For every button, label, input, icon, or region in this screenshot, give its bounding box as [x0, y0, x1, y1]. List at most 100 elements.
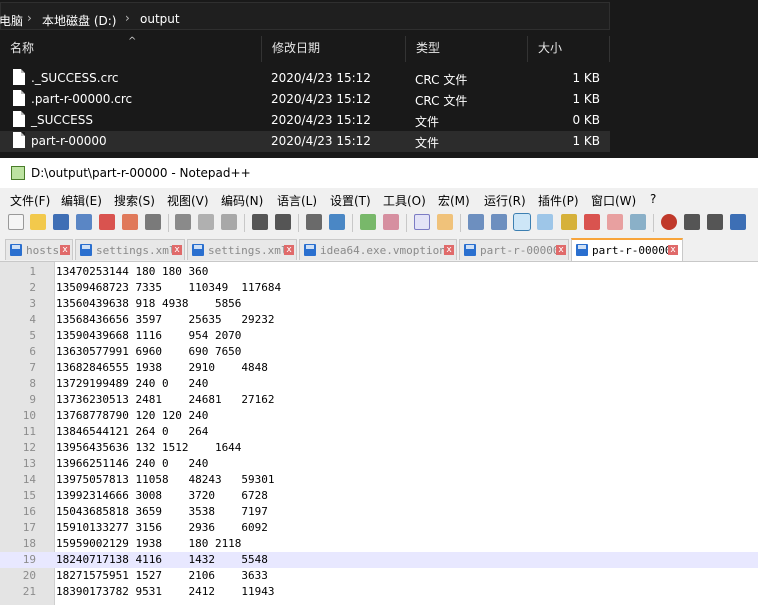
editor-line[interactable]: 7 13682846555 1938 2910 4848 [0, 360, 758, 376]
menu-macro[interactable]: 宏(M) [438, 192, 470, 209]
menu-edit[interactable]: 编辑(E) [61, 192, 102, 209]
close-icon[interactable]: x [668, 245, 678, 255]
menu-tools[interactable]: 工具(O) [383, 192, 426, 209]
sync-vertical-icon[interactable] [414, 214, 430, 230]
new-file-icon[interactable] [8, 214, 24, 230]
breadcrumb-folder[interactable]: output [140, 12, 180, 26]
file-row[interactable]: _SUCCESS 2020/4/23 15:12 文件 0 KB [0, 110, 610, 131]
sync-horizontal-icon[interactable] [437, 214, 453, 230]
toolbar-separator [352, 214, 353, 232]
menu-search[interactable]: 搜索(S) [114, 192, 155, 209]
menu-plugins[interactable]: 插件(P) [538, 192, 579, 209]
open-folder-icon[interactable] [30, 214, 46, 230]
file-size: 1 KB [572, 71, 600, 85]
menu-view[interactable]: 视图(V) [167, 192, 209, 209]
print-icon[interactable] [145, 214, 161, 230]
file-name: ._SUCCESS.crc [31, 71, 119, 85]
close-icon[interactable]: x [284, 245, 294, 255]
line-number: 20 [22, 569, 36, 582]
replace-icon[interactable] [329, 214, 345, 230]
tab-hosts[interactable]: hosts x [5, 239, 73, 260]
file-row-selected[interactable]: part-r-00000 2020/4/23 15:12 文件 1 KB [0, 131, 610, 152]
paste-icon[interactable] [221, 214, 237, 230]
line-number: 3 [29, 297, 36, 310]
menu-run[interactable]: 运行(R) [484, 192, 526, 209]
save-all-icon[interactable] [76, 214, 92, 230]
editor-line[interactable]: 11 13846544121 264 0 264 [0, 424, 758, 440]
cut-icon[interactable] [175, 214, 191, 230]
word-wrap-icon[interactable] [468, 214, 484, 230]
editor-line[interactable]: 17 15910133277 3156 2936 6092 [0, 520, 758, 536]
run-macro-multiple-icon[interactable] [730, 214, 746, 230]
breadcrumb-drive[interactable]: 本地磁盘 (D:) [42, 12, 116, 29]
tab-part-r-00000-2[interactable]: part-r-00000 x [571, 238, 683, 261]
tab-settings-xml-1[interactable]: settings.xml x [75, 239, 185, 260]
close-icon[interactable]: x [556, 245, 566, 255]
close-icon[interactable]: x [60, 245, 70, 255]
address-box[interactable]: 电脑 › 本地磁盘 (D:) › output [0, 2, 610, 30]
editor-line[interactable]: 21 18390173782 9531 2412 11943 [0, 584, 758, 600]
menu-file[interactable]: 文件(F) [10, 192, 50, 209]
file-row[interactable]: .part-r-00000.crc 2020/4/23 15:12 CRC 文件… [0, 89, 610, 110]
editor-line[interactable]: 15 13992314666 3008 3720 6728 [0, 488, 758, 504]
column-type[interactable]: 类型 [406, 36, 528, 62]
close-icon[interactable]: x [444, 245, 454, 255]
close-all-icon[interactable] [122, 214, 138, 230]
language-icon[interactable] [537, 214, 553, 230]
editor-line[interactable]: 6 13630577991 6960 690 7650 [0, 344, 758, 360]
menu-language[interactable]: 语言(L) [277, 192, 317, 209]
editor-line[interactable]: 8 13729199489 240 0 240 [0, 376, 758, 392]
breadcrumb-pc[interactable]: 电脑 [0, 12, 23, 29]
editor-line[interactable]: 16 15043685818 3659 3538 7197 [0, 504, 758, 520]
address-bar[interactable]: 电脑 › 本地磁盘 (D:) › output [0, 0, 758, 32]
tab-settings-xml-2[interactable]: settings.xml x [187, 239, 297, 260]
column-size[interactable]: 大小 [528, 36, 610, 62]
play-macro-icon[interactable] [707, 214, 723, 230]
copy-icon[interactable] [198, 214, 214, 230]
title-bar[interactable]: D:\output\part-r-00000 - Notepad++ [0, 158, 758, 188]
editor-line[interactable]: 3 13560439638 918 4938 5856 [0, 296, 758, 312]
editor-line[interactable]: 5 13590439668 1116 954 2070 [0, 328, 758, 344]
tab-part-r-00000-1[interactable]: part-r-00000 x [459, 239, 569, 260]
editor-line[interactable]: 14 13975057813 11058 48243 59301 [0, 472, 758, 488]
save-icon[interactable] [53, 214, 69, 230]
column-name[interactable]: ^ 名称 [0, 36, 262, 62]
editor-line[interactable]: 9 13736230513 2481 24681 27162 [0, 392, 758, 408]
stop-macro-icon[interactable] [684, 214, 700, 230]
chevron-right-icon[interactable]: › [125, 11, 130, 25]
monitoring-icon[interactable] [630, 214, 646, 230]
menu-settings[interactable]: 设置(T) [330, 192, 371, 209]
menu-help[interactable]: ? [650, 192, 656, 206]
editor-area[interactable]: 1 13470253144 180 180 360 2 13509468723 73… [0, 262, 758, 605]
chevron-right-icon[interactable]: › [27, 11, 32, 25]
editor-line-current[interactable]: 19 18240717138 4116 1432 5548 [0, 552, 758, 568]
menu-window[interactable]: 窗口(W) [591, 192, 636, 209]
editor-line[interactable]: 18 15959002129 1938 180 2118 [0, 536, 758, 552]
document-map-icon[interactable] [561, 214, 577, 230]
record-macro-icon[interactable] [661, 214, 677, 230]
undo-icon[interactable] [252, 214, 268, 230]
editor-line[interactable]: 2 13509468723 7335 110349 117684 [0, 280, 758, 296]
toolbar-separator [298, 214, 299, 232]
column-modified[interactable]: 修改日期 [262, 36, 406, 62]
redo-icon[interactable] [275, 214, 291, 230]
show-all-chars-icon[interactable] [491, 214, 507, 230]
function-list-icon[interactable] [584, 214, 600, 230]
folder-as-workspace-icon[interactable] [607, 214, 623, 230]
editor-line[interactable]: 1 13470253144 180 180 360 [0, 264, 758, 280]
toolbar [0, 210, 758, 236]
menu-encoding[interactable]: 编码(N) [221, 192, 263, 209]
file-row[interactable]: ._SUCCESS.crc 2020/4/23 15:12 CRC 文件 1 K… [0, 68, 610, 89]
close-icon[interactable] [99, 214, 115, 230]
zoom-out-icon[interactable] [383, 214, 399, 230]
tab-idea64-vmoptions[interactable]: idea64.exe.vmoptions x [299, 239, 457, 260]
editor-line[interactable]: 10 13768778790 120 120 240 [0, 408, 758, 424]
indent-guide-icon[interactable] [513, 213, 531, 231]
editor-line[interactable]: 13 13966251146 240 0 240 [0, 456, 758, 472]
close-icon[interactable]: x [172, 245, 182, 255]
find-icon[interactable] [306, 214, 322, 230]
editor-line[interactable]: 12 13956435636 132 1512 1644 [0, 440, 758, 456]
zoom-in-icon[interactable] [360, 214, 376, 230]
editor-line[interactable]: 4 13568436656 3597 25635 29232 [0, 312, 758, 328]
editor-line[interactable]: 20 18271575951 1527 2106 3633 [0, 568, 758, 584]
